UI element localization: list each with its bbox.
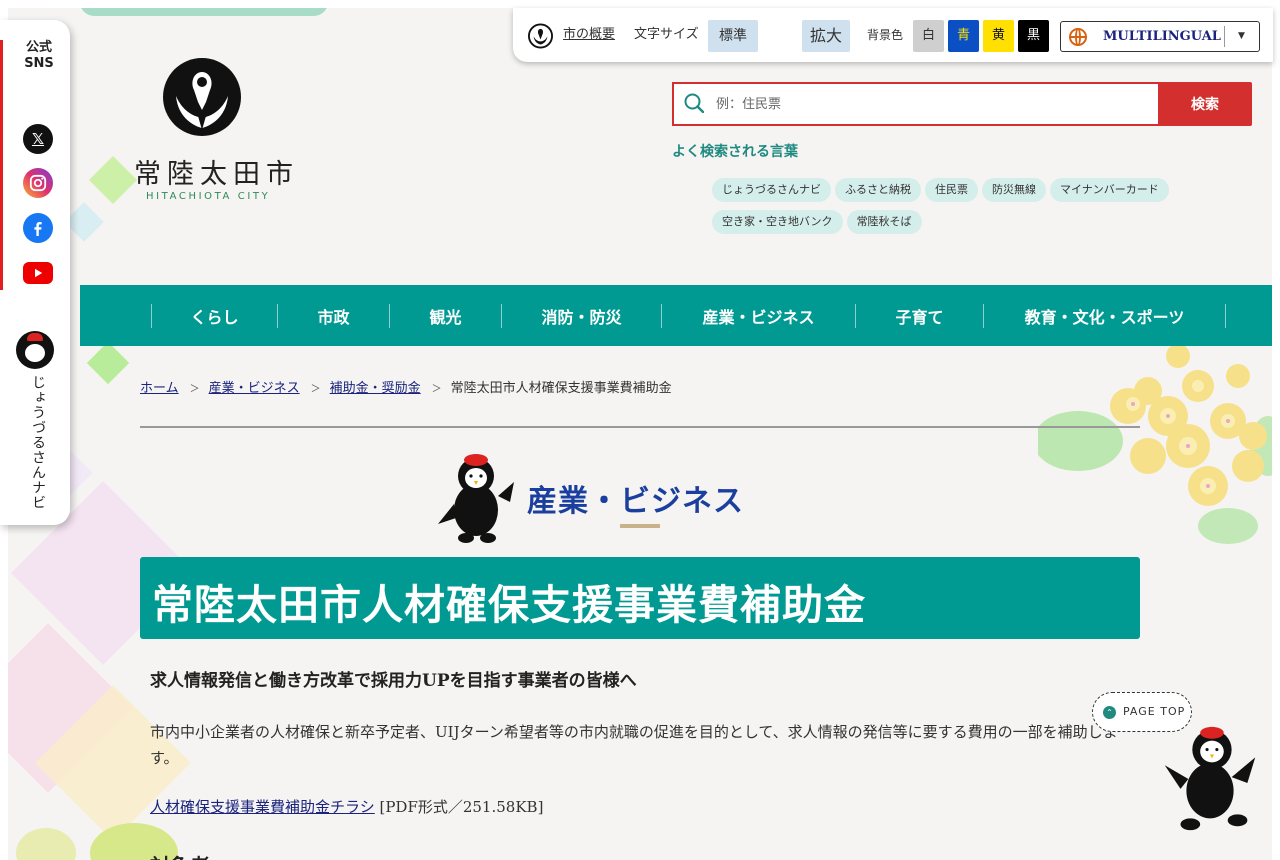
sns-panel: 公式 SNS 𝕏 じょうづるさんナビ [0,20,70,525]
nav-item-kyoiku[interactable]: 教育・文化・スポーツ [983,303,1225,328]
city-emblem-icon[interactable] [162,56,242,138]
globe-icon [1069,28,1087,46]
city-overview-link[interactable]: 市の概要 [563,20,615,50]
page-title: 常陸太田市人材確保支援事業費補助金 [152,581,866,629]
pdf-link-line: 人材確保支援事業費補助金チラシ [PDF形式／251.58KB] [150,796,543,817]
select-divider [1224,26,1225,47]
pdf-file-info: [PDF形式／251.58KB] [374,798,544,816]
jozuru-navi-icon [16,331,54,369]
jozuru-mascot-icon [438,454,514,543]
body-paragraph: 市内中小企業者の人材確保と新卒予定者、UIJターン希望者等の市内就職の促進を目的… [150,723,1118,767]
jozuru-navi-link[interactable]: じょうづるさんナビ [0,320,70,520]
keyword-chip[interactable]: 空き家・空き地バンク [712,210,843,234]
breadcrumb: ホーム ＞ 産業・ビジネス ＞ 補助金・奨励金 ＞ 常陸太田市人材確保支援事業費補助金 [140,377,672,396]
decor-apple [16,828,76,860]
nav-item-kosodate[interactable]: 子育て [855,303,983,328]
lead-heading: 求人情報発信と働き方改革で採用力UPを目指す事業者の皆様へ [150,671,637,691]
facebook-icon[interactable] [23,213,53,243]
font-size-large-button[interactable]: 拡大 [802,20,850,52]
decor-diamond [88,155,138,205]
breadcrumb-current: 常陸太田市人材確保支援事業費補助金 [450,381,672,396]
keyword-chip[interactable]: 常陸秋そば [846,210,922,234]
bg-yellow-button[interactable]: 黄 [983,20,1014,52]
nav-item-kanko[interactable]: 観光 [389,303,501,328]
keyword-chip[interactable]: ふるさと納税 [835,178,921,202]
instagram-icon[interactable] [23,168,53,198]
youtube-icon[interactable] [23,262,53,284]
decor-top-pill [80,8,328,16]
decor-diamond [64,202,104,242]
arrow-up-icon: ⌃ [1103,706,1116,719]
keyword-chip[interactable]: マイナンバーカード [1050,178,1169,202]
breadcrumb-separator: ＞ [431,384,442,395]
flyer-pdf-link[interactable]: 人材確保支援事業費補助金チラシ [150,798,375,816]
page-top-label: PAGE TOP [1123,705,1186,718]
chevron-down-icon: ▼ [1238,31,1245,41]
nav-item-sangyo[interactable]: 産業・ビジネス [661,303,855,328]
breadcrumb-sangyo-link[interactable]: 産業・ビジネス [209,381,300,396]
nav-item-kurashi[interactable]: くらし [151,303,277,328]
keyword-chip[interactable]: 防災無線 [982,178,1046,202]
page-title-bar: 常陸太田市人材確保支援事業費補助金 [140,557,1140,639]
popular-keywords-title: よく検索される言葉 [672,144,798,160]
page-top-button[interactable]: ⌃ PAGE TOP [1090,690,1260,840]
decor-flowers [1038,346,1272,544]
bg-black-button[interactable]: 黒 [1018,20,1049,52]
multilingual-select[interactable]: MULTILINGUAL ▼ [1060,21,1260,52]
keyword-chip[interactable]: 住民票 [925,178,978,202]
breadcrumb-hojokin-link[interactable]: 補助金・奨励金 [330,381,421,396]
multilingual-label: MULTILINGUAL [1103,29,1221,44]
sns-accent-line [0,40,3,290]
global-nav: くらし 市政 観光 消防・防災 産業・ビジネス 子育て 教育・文化・スポーツ [80,285,1272,346]
search-icon [684,93,704,113]
keyword-chip[interactable]: じょうづるさんナビ [712,178,831,202]
search-input[interactable] [672,82,1160,126]
breadcrumb-home-link[interactable]: ホーム [140,381,179,396]
site-logo-text[interactable]: 常陸太田市 [134,152,299,191]
jozuru-mascot-icon [1164,726,1256,831]
category-title: 産業・ビジネス [527,484,744,519]
search-button[interactable]: 検索 [1158,82,1252,126]
sns-title-line1: 公式 [25,40,52,55]
popular-keywords-list: じょうづるさんナビ ふるさと納税 住民票 防災無線 マイナンバーカード空き家・空き地バン… [712,178,1212,242]
city-emblem-small-icon [528,23,553,49]
nav-item-bosai[interactable]: 消防・防災 [501,303,661,328]
site-search: 検索 [672,82,1252,126]
utility-bar: 市の概要 文字サイズ 標準 拡大 背景色 白 青 黄 黒 MULTILINGUA… [513,8,1273,62]
category-title-underline [620,524,660,528]
breadcrumb-separator: ＞ [310,384,321,395]
x-twitter-icon[interactable]: 𝕏 [23,124,53,154]
nav-divider [1225,303,1226,328]
page-background: 常陸太田市 HITACHIOTA CITY くらし 市政 観光 消防・防災 産業… [8,8,1272,860]
site-logo-subtext: HITACHIOTA CITY [146,191,271,202]
section-heading-taishosha: 対象者 [150,850,210,860]
bg-blue-button[interactable]: 青 [948,20,979,52]
bg-color-label: 背景色 [867,28,904,42]
font-size-label: 文字サイズ [634,27,699,42]
sns-title-line2: SNS [24,56,54,71]
breadcrumb-separator: ＞ [189,384,200,395]
sns-title: 公式 SNS [0,40,78,72]
breadcrumb-divider [140,426,1140,428]
bg-white-button[interactable]: 白 [913,20,944,52]
jozuru-navi-label: じょうづるさんナビ [30,375,46,510]
decor-diamond [86,341,130,385]
nav-item-shisei[interactable]: 市政 [277,303,389,328]
font-size-standard-button[interactable]: 標準 [708,20,758,52]
